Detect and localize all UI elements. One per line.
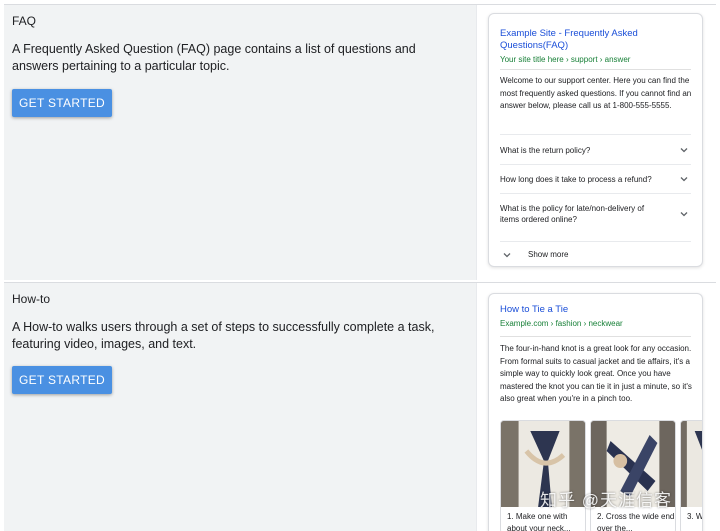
show-more-label: Show more — [528, 250, 569, 259]
faq-preview-card: Example Site - Frequently Asked Question… — [488, 13, 703, 267]
faq-question-text: How long does it take to process a refun… — [500, 175, 652, 184]
howto-title: How-to — [12, 292, 51, 306]
chevron-down-icon — [503, 253, 511, 258]
howto-step-card[interactable]: 3. W your b — [680, 420, 703, 531]
faq-description: A Frequently Asked Question (FAQ) page c… — [12, 42, 416, 73]
chevron-down-icon — [680, 177, 688, 182]
faq-question-text: What is the return policy? — [500, 146, 591, 155]
faq-show-more[interactable]: Show more — [500, 241, 691, 266]
faq-title: FAQ — [12, 14, 37, 28]
howto-get-started-button[interactable]: GET STARTED — [12, 366, 112, 394]
howto-card-intro: The four-in-hand knot is a great look fo… — [500, 344, 692, 403]
howto-info-panel: How-to A How-to walks users through a se… — [4, 283, 476, 531]
howto-description: A How-to walks users through a set of st… — [12, 320, 435, 351]
step-caption: 3. W your b — [687, 512, 703, 521]
faq-info-panel: FAQ A Frequently Asked Question (FAQ) pa… — [4, 5, 476, 280]
watermark: 知乎 @天涯信客 — [540, 491, 672, 510]
chevron-down-icon — [680, 148, 688, 153]
howto-step-card[interactable]: 2. Cross the wide end over the... — [590, 420, 676, 531]
howto-card-divider — [500, 336, 691, 337]
chevron-down-icon — [680, 212, 688, 217]
howto-step-card[interactable]: 1. Make one with about your neck... — [500, 420, 586, 531]
faq-question-row[interactable]: What is the policy for late/non-delivery… — [500, 193, 691, 241]
step-caption: 1. Make one with about your neck... — [507, 512, 571, 531]
faq-question-row[interactable]: What is the return policy? — [500, 134, 691, 164]
faq-question-text: What is the policy for late/non-delivery… — [500, 204, 645, 224]
faq-get-started-button[interactable]: GET STARTED — [12, 89, 112, 117]
faq-section: FAQ A Frequently Asked Question (FAQ) pa… — [4, 4, 716, 280]
faq-preview-panel: Example Site - Frequently Asked Question… — [476, 5, 716, 280]
faq-card-intro: Welcome to our support center. Here you … — [500, 76, 692, 110]
faq-card-title[interactable]: Example Site - Frequently Asked Question… — [500, 28, 650, 52]
faq-question-row[interactable]: How long does it take to process a refun… — [500, 164, 691, 193]
howto-card-title[interactable]: How to Tie a Tie — [500, 304, 650, 316]
howto-step-carousel: 1. Make one with about your neck... 2. C… — [500, 420, 703, 531]
howto-card-url: Example.com › fashion › neckwear — [500, 319, 623, 328]
step-caption: 2. Cross the wide end over the... — [597, 512, 675, 531]
step-image — [681, 421, 702, 507]
faq-card-divider — [500, 69, 691, 70]
faq-card-url: Your site title here › support › answer — [500, 55, 631, 64]
